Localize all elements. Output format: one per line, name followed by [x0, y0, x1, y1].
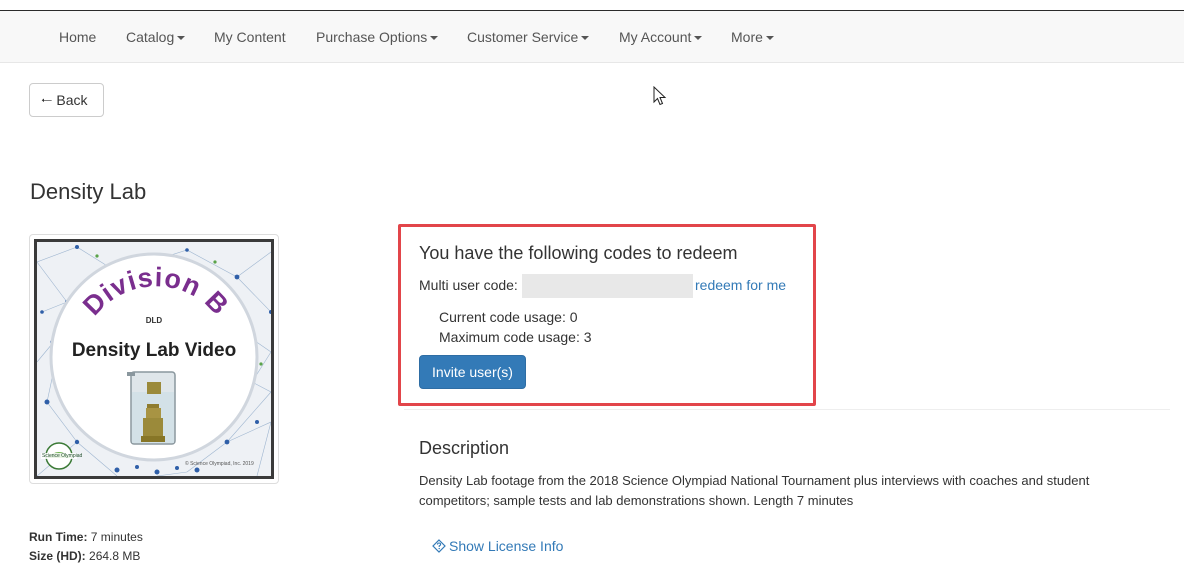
- redeem-for-me-link[interactable]: redeem for me: [695, 277, 786, 293]
- nav-customer-service[interactable]: Customer Service: [467, 11, 590, 63]
- multi-user-code-label: Multi user code:: [419, 277, 518, 293]
- show-license-info-label: Show License Info: [449, 538, 564, 554]
- science-olympiad-logo: Science Olympiad: [39, 442, 83, 472]
- nav-catalog-label: Catalog: [126, 29, 175, 45]
- thumbnail-artwork: Division B DLD Density Lab Video Science…: [34, 239, 274, 479]
- show-license-info-link[interactable]: Show License Info: [432, 538, 563, 554]
- section-divider: [404, 409, 1170, 410]
- mouse-pointer-icon: [653, 86, 667, 106]
- nav-more-label: More: [731, 29, 763, 45]
- nav-home[interactable]: Home: [59, 11, 96, 63]
- size-label: Size (HD):: [29, 549, 86, 563]
- invite-users-button[interactable]: Invite user(s): [419, 355, 526, 389]
- nav-my-content[interactable]: My Content: [214, 11, 286, 63]
- caret-down-icon: [694, 36, 703, 41]
- nav-customer-service-label: Customer Service: [467, 29, 579, 45]
- page-title: Density Lab: [30, 179, 147, 204]
- logo-text: Science Olympiad: [42, 453, 83, 459]
- product-meta: Run Time: 7 minutes Size (HD): 264.8 MB: [29, 528, 143, 563]
- thumbnail-caption: Density Lab Video: [71, 340, 237, 361]
- code-usage: Current code usage: 0 Maximum code usage…: [439, 307, 592, 347]
- nav-more[interactable]: More: [731, 11, 774, 63]
- caret-down-icon: [177, 36, 186, 41]
- thumbnail-code: DLD: [145, 316, 163, 325]
- nav-purchase-options-label: Purchase Options: [316, 29, 428, 45]
- svg-text:Division B: Division B: [77, 262, 235, 321]
- run-time-value: 7 minutes: [90, 530, 143, 544]
- size-row: Size (HD): 264.8 MB: [29, 547, 143, 563]
- top-navbar: Home Catalog My Content Purchase Options…: [0, 11, 1184, 63]
- run-time-row: Run Time: 7 minutes: [29, 528, 143, 547]
- caret-down-icon: [581, 36, 590, 41]
- caret-down-icon: [765, 36, 774, 41]
- nav-my-content-label: My Content: [214, 29, 286, 45]
- nav-my-account-label: My Account: [619, 29, 692, 45]
- back-button-label: Back: [56, 92, 88, 108]
- product-thumbnail: Division B DLD Density Lab Video Science…: [29, 234, 279, 484]
- question-diamond-icon: [432, 539, 446, 553]
- nav-catalog[interactable]: Catalog: [126, 11, 186, 63]
- beaker-image: [127, 371, 176, 445]
- current-code-usage: Current code usage: 0: [439, 309, 578, 325]
- nav-home-label: Home: [59, 29, 97, 45]
- arrow-left-icon: 🠀: [41, 92, 53, 108]
- description-text: Density Lab footage from the 2018 Scienc…: [419, 473, 1090, 508]
- nav-my-account[interactable]: My Account: [619, 11, 703, 63]
- back-button[interactable]: 🠀 Back: [29, 83, 104, 117]
- maximum-code-usage: Maximum code usage: 3: [439, 329, 592, 345]
- codes-title: You have the following codes to redeem: [419, 243, 738, 263]
- nav-purchase-options[interactable]: Purchase Options: [316, 11, 439, 63]
- multi-user-code-field[interactable]: [522, 274, 693, 298]
- run-time-label: Run Time:: [29, 530, 88, 544]
- thumbnail-heading: Division B: [77, 262, 234, 321]
- caret-down-icon: [430, 36, 439, 41]
- description-heading: Description: [419, 438, 510, 458]
- size-value: 264.8 MB: [89, 549, 141, 563]
- thumbnail-copyright: © Science Olympiad, Inc. 2019: [185, 461, 254, 467]
